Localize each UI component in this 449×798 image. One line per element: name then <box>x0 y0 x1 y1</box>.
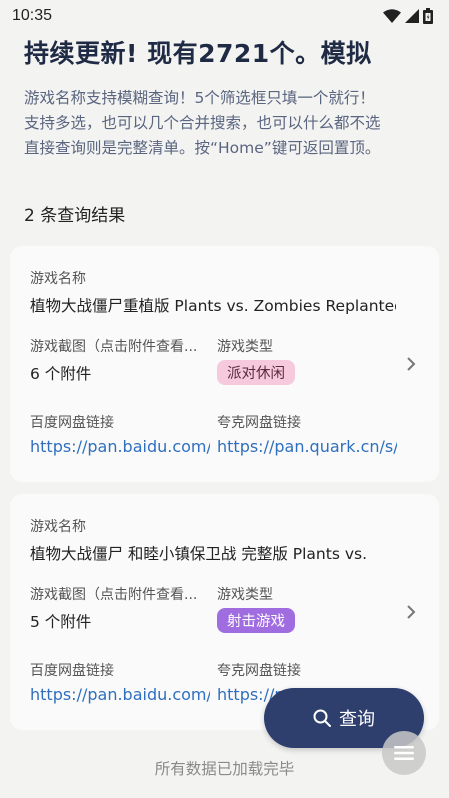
game-type-label: 游戏类型 <box>217 339 273 355</box>
description-line: 游戏名称支持模糊查询！5个筛选框只填一个就行！ <box>24 89 375 107</box>
baidu-link[interactable]: https://pan.baidu.com/ <box>30 685 210 704</box>
menu-button[interactable] <box>382 731 426 775</box>
game-type-label: 游戏类型 <box>217 587 273 603</box>
page-description: 游戏名称支持模糊查询！5个筛选框只填一个就行！ 支持多选，也可以几个合并搜索，也… <box>24 86 429 161</box>
game-name-value: 植物大战僵尸重植版 Plants vs. Zombies Replanted <box>30 297 396 315</box>
game-name-value: 植物大战僵尸 和睦小镇保卫战 完整版 Plants vs. <box>30 545 368 563</box>
chevron-right-icon[interactable] <box>405 356 417 372</box>
result-count: 2 条查询结果 <box>24 206 126 226</box>
load-complete-text: 所有数据已加载完毕 <box>154 760 295 778</box>
menu-icon <box>394 746 414 760</box>
page-title: 持续更新! 现有2721个。模拟 <box>24 39 372 68</box>
description-line: 直接查询则是完整清单。按“Home”键可返回置顶。 <box>24 139 381 157</box>
game-type-tag: 派对休闲 <box>217 360 295 385</box>
game-type-tag: 射击游戏 <box>217 608 295 633</box>
attachments-count[interactable]: 5 个附件 <box>30 610 91 632</box>
wifi-icon <box>383 9 401 23</box>
attachments-count[interactable]: 6 个附件 <box>30 362 91 384</box>
baidu-link-label: 百度网盘链接 <box>30 415 114 431</box>
quark-link[interactable]: https://pan.quark.cn/s/ <box>217 437 397 456</box>
search-icon <box>313 709 331 727</box>
baidu-link[interactable]: https://pan.baidu.com/ <box>30 437 210 456</box>
chevron-right-icon[interactable] <box>405 604 417 620</box>
status-icons <box>383 8 433 24</box>
search-button-label: 查询 <box>339 709 375 730</box>
result-card[interactable]: 游戏名称 植物大战僵尸重植版 Plants vs. Zombies Replan… <box>10 246 439 482</box>
game-name-label: 游戏名称 <box>30 271 86 287</box>
quark-link-label: 夸克网盘链接 <box>217 663 301 679</box>
baidu-link-label: 百度网盘链接 <box>30 663 114 679</box>
status-bar: 10:35 <box>0 0 449 32</box>
cellular-signal-icon <box>405 9 419 23</box>
description-line: 支持多选，也可以几个合并搜索，也可以什么都不选 <box>24 114 381 132</box>
status-time: 10:35 <box>12 7 53 24</box>
screenshots-label: 游戏截图（点击附件查看... <box>30 339 198 355</box>
quark-link-label: 夸克网盘链接 <box>217 415 301 431</box>
screenshots-label: 游戏截图（点击附件查看... <box>30 587 198 603</box>
game-name-label: 游戏名称 <box>30 519 86 535</box>
battery-icon <box>423 8 433 24</box>
